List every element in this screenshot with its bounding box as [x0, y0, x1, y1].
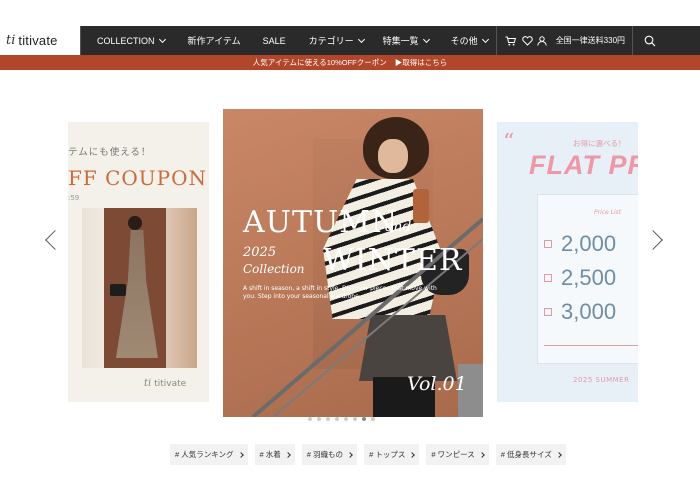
carousel-dot[interactable] — [317, 417, 321, 421]
carousel-dot[interactable] — [335, 417, 339, 421]
chevron-right-icon — [555, 451, 562, 458]
shipping-text: 全国一律送料330円 — [555, 36, 626, 45]
tag-label: # トップス — [369, 450, 406, 459]
main-nav: COLLECTION 新作アイテム SALE カテゴリー 特集一覧 その他 — [81, 26, 489, 55]
carousel-slide-main[interactable]: AUTUMN and 2025 Collection WINTER A shif… — [223, 109, 483, 417]
tag-label: # 低身長サイズ — [500, 450, 552, 459]
nav-features[interactable]: 特集一覧 — [382, 26, 430, 55]
nav-sale[interactable]: SALE — [263, 26, 286, 55]
chevron-right-icon — [237, 451, 244, 458]
nav-label: 特集一覧 — [382, 36, 419, 46]
slide-subheadline: お得に選べる！ — [573, 139, 626, 148]
coupon-banner[interactable]: 人気アイテムに使える10%OFFクーポン ▶取得はこちら — [0, 55, 700, 70]
carousel-dot[interactable] — [371, 417, 375, 421]
nav-label: 新作アイテム — [187, 36, 241, 46]
price-value: 2,000 — [561, 231, 617, 256]
carousel-dot-active[interactable] — [362, 417, 366, 421]
price-row: 2,000 — [544, 231, 616, 257]
tag-tops[interactable]: # トップス — [364, 444, 420, 465]
checkbox-icon — [544, 274, 552, 282]
nav-other[interactable]: その他 — [450, 26, 489, 55]
price-list-label: Price List — [594, 209, 622, 216]
chevron-down-icon — [481, 35, 489, 43]
logo-mark: ti — [6, 33, 16, 48]
nav-label: SALE — [262, 35, 286, 46]
checkbox-icon — [544, 308, 552, 316]
nav-label: その他 — [450, 36, 478, 46]
chevron-down-icon — [357, 35, 365, 43]
tag-ranking[interactable]: # 人気ランキング — [170, 444, 248, 465]
carousel-slide-price[interactable]: “ お得に選べる！ FLAT PR Price List 2,000 2,500… — [497, 122, 638, 402]
shipping-info: 全国一律送料330円 — [556, 26, 625, 55]
heart-icon[interactable] — [520, 26, 535, 55]
slide-brand: ti titivate — [144, 378, 186, 389]
nav-label: COLLECTION — [97, 35, 155, 46]
carousel-dot[interactable] — [353, 417, 357, 421]
chevron-right-icon — [347, 451, 353, 458]
tag-label: # ワンピース — [431, 450, 475, 459]
price-row: 3,000 — [544, 299, 616, 325]
chevron-right-icon — [409, 451, 416, 458]
chevron-down-icon — [422, 35, 430, 43]
tag-petite[interactable]: # 低身長サイズ — [495, 444, 566, 465]
slide-subheadline: テムにも使える！ — [68, 147, 152, 158]
title-and: and — [385, 219, 412, 235]
logo-text: titivate — [18, 33, 58, 48]
volume-label: Vol.01 — [407, 373, 467, 395]
carousel-dot[interactable] — [308, 417, 312, 421]
nav-collection[interactable]: COLLECTION — [97, 26, 166, 55]
logo-mark: ti — [144, 378, 152, 389]
chevron-down-icon — [158, 35, 166, 43]
tag-outerwear[interactable]: # 羽織もの — [301, 444, 358, 465]
slide-headline: FF COUPON — [68, 166, 208, 190]
tag-onepiece[interactable]: # ワンピース — [426, 444, 489, 465]
search-icon[interactable] — [633, 26, 667, 55]
hashtag-list: # 人気ランキング # 水着 # 羽織もの # トップス # ワンピース # 低… — [170, 444, 566, 465]
global-header: ti titivate COLLECTION 新作アイテム SALE カテゴリー… — [0, 26, 700, 55]
slide-period: :59 — [68, 194, 80, 202]
handbag — [110, 284, 126, 296]
price-row: 2,500 — [544, 265, 616, 291]
carousel-dot[interactable] — [326, 417, 330, 421]
tagline: A shift in season, a shift in style. Dis… — [243, 285, 437, 300]
slide-headline: FLAT PR — [529, 150, 638, 180]
carousel-prev-icon[interactable] — [45, 230, 65, 250]
slide-photo — [82, 208, 197, 368]
brand-text: titivate — [154, 378, 187, 389]
carousel-pagination — [308, 417, 375, 421]
slide-footer: 2025 SUMMER — [573, 376, 630, 384]
title-year: 2025 — [243, 245, 277, 260]
tag-label: # 羽織もの — [306, 450, 344, 459]
chevron-right-icon — [478, 451, 485, 458]
nav-category[interactable]: カテゴリー — [308, 26, 365, 55]
chevron-right-icon — [284, 451, 291, 458]
coupon-link[interactable]: ▶取得はこちら — [395, 57, 448, 68]
title-autumn: AUTUMN — [243, 205, 399, 240]
user-icon[interactable] — [535, 26, 550, 55]
nav-new-items[interactable]: 新作アイテム — [188, 26, 241, 55]
cart-icon[interactable] — [502, 26, 520, 55]
tag-label: # 水着 — [259, 450, 281, 459]
coupon-text: 人気アイテムに使える10%OFFクーポン — [252, 58, 387, 67]
divider — [495, 26, 497, 55]
nav-label: カテゴリー — [308, 36, 354, 46]
carousel-slide-coupon[interactable]: テムにも使える！ FF COUPON :59 ti titivate — [68, 122, 209, 402]
model-head — [128, 216, 142, 230]
carousel-next-icon[interactable] — [643, 230, 663, 250]
tag-label: # 人気ランキング — [175, 450, 234, 459]
title-winter: WINTER — [323, 243, 463, 278]
checkbox-icon — [544, 240, 552, 248]
carousel-dot[interactable] — [344, 417, 348, 421]
tag-swimwear[interactable]: # 水着 — [254, 444, 295, 465]
price-card: Price List 2,000 2,500 3,000 — [537, 194, 638, 364]
brand-logo[interactable]: ti titivate — [0, 26, 80, 55]
price-value: 3,000 — [561, 299, 617, 324]
divider — [544, 345, 638, 346]
title-collection: Collection — [243, 262, 305, 276]
quote-mark: “ — [503, 130, 515, 155]
price-value: 2,500 — [561, 265, 617, 290]
